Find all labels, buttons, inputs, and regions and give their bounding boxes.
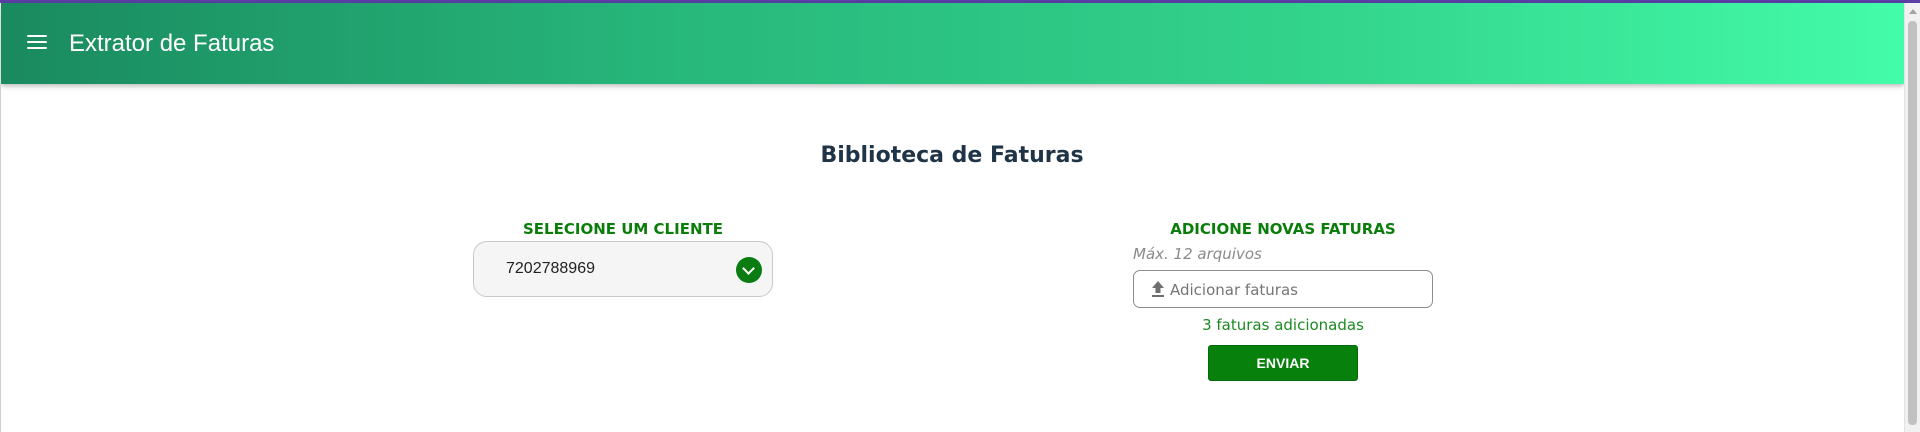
scroll-up-arrow-icon[interactable] (1909, 9, 1917, 14)
upload-icon (1152, 281, 1164, 297)
max-files-hint: Máx. 12 arquivos (1133, 245, 1262, 263)
chevron-down-icon[interactable] (736, 257, 762, 283)
select-client-label: SELECIONE UM CLIENTE (523, 220, 723, 238)
page-left-border (0, 84, 1, 432)
file-input-placeholder: Adicionar faturas (1170, 281, 1298, 299)
app-title: Extrator de Faturas (69, 30, 275, 57)
client-select-value: 7202788969 (506, 260, 595, 277)
hamburger-menu-icon[interactable] (27, 35, 47, 49)
scrollbar-thumb[interactable] (1908, 21, 1917, 425)
client-select[interactable]: 7202788969 (473, 241, 773, 297)
page-title: Biblioteca de Faturas (820, 143, 1084, 168)
app-header: Extrator de Faturas (1, 3, 1904, 84)
add-invoices-file-input[interactable]: Adicionar faturas (1133, 270, 1433, 308)
vertical-scrollbar[interactable] (1904, 3, 1920, 432)
send-button[interactable]: ENVIAR (1208, 345, 1358, 381)
added-invoices-status: 3 faturas adicionadas (1202, 316, 1364, 334)
add-invoices-label: ADICIONE NOVAS FATURAS (1170, 220, 1396, 238)
